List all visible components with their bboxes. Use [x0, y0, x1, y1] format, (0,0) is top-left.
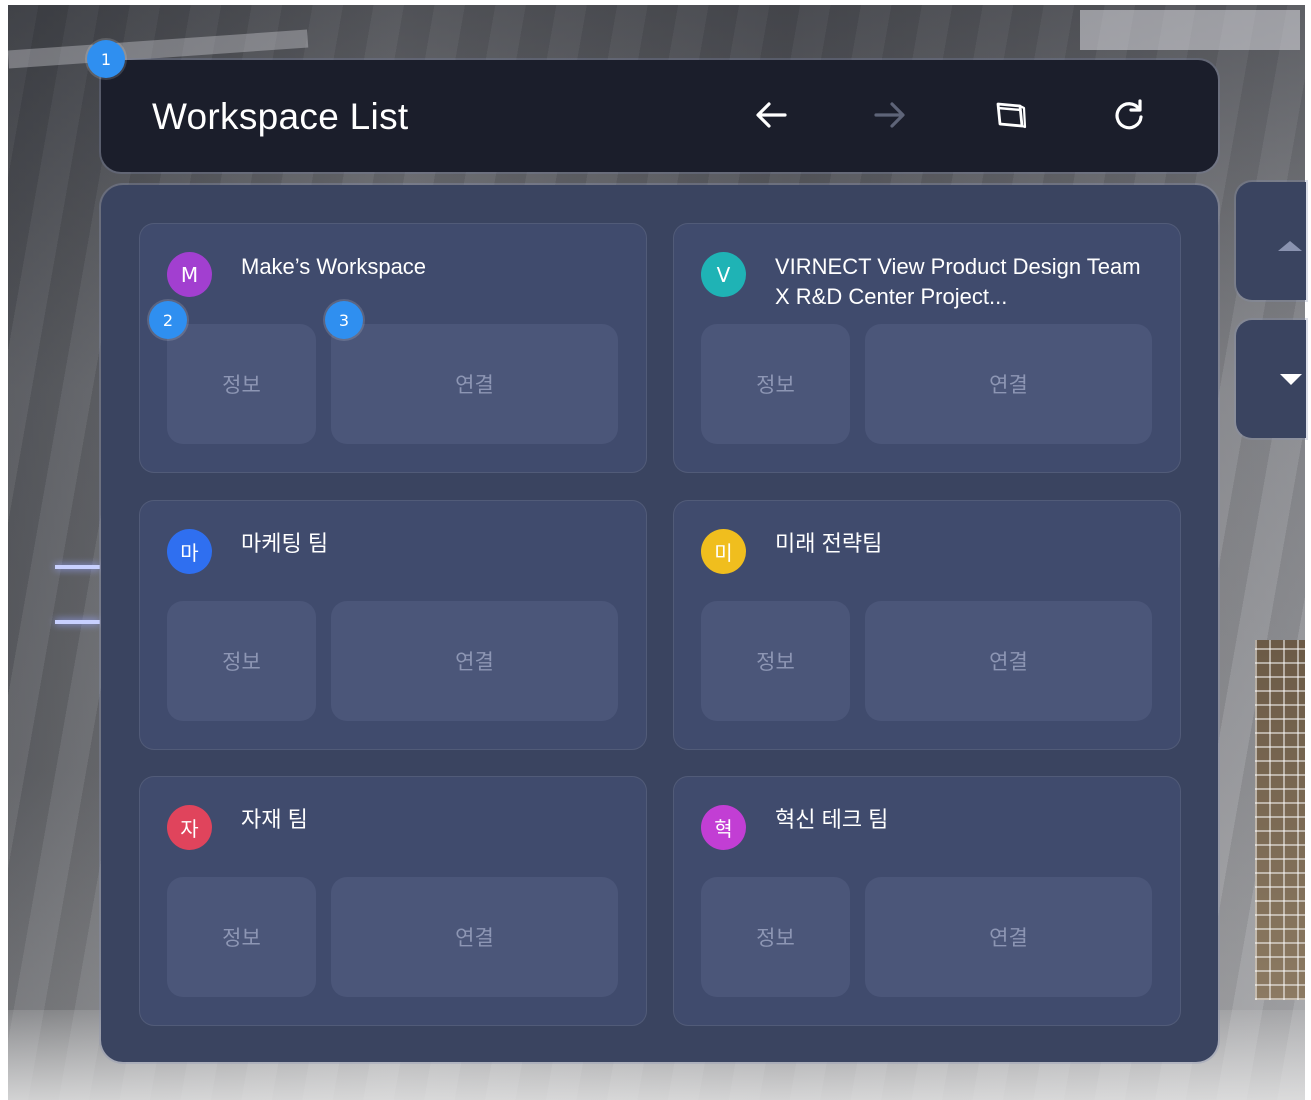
workspace-name: 미래 전략팀 — [775, 531, 883, 556]
connect-button[interactable]: 연결 — [331, 877, 618, 997]
info-button[interactable]: 정보 — [701, 601, 850, 721]
refresh-button[interactable] — [1104, 90, 1154, 140]
connect-button[interactable]: 연결 — [865, 324, 1152, 444]
workspace-avatar: 마 — [167, 529, 212, 574]
workspace-card: 혁 혁신 테크 팀 정보 연결 — [674, 777, 1180, 1025]
annotation-marker: 1 — [87, 40, 125, 78]
workspace-card: 자 자재 팀 정보 연결 — [140, 777, 646, 1025]
info-button[interactable]: 정보 — [701, 877, 850, 997]
window-switch-icon — [996, 102, 1027, 129]
workspace-name: 마케팅 팀 — [241, 531, 329, 556]
back-button[interactable] — [746, 90, 796, 140]
workspace-header: Workspace List — [101, 60, 1218, 172]
scroll-up-button[interactable] — [1236, 182, 1306, 300]
info-button[interactable]: 정보 — [701, 324, 850, 444]
scroll-down-button[interactable] — [1236, 320, 1306, 438]
workspace-name: VIRNECT View Product Design Team X R&D C… — [775, 254, 1141, 309]
arrow-left-icon — [756, 102, 787, 128]
background-vent — [1080, 10, 1300, 50]
background-shelf — [1255, 640, 1305, 1000]
workspace-panel: M Make’s Workspace 정보 연결 V VIRNECT View … — [101, 185, 1218, 1062]
annotation-marker: 2 — [149, 301, 187, 339]
page-title: Workspace List — [152, 96, 409, 137]
annotation-marker: 3 — [325, 301, 363, 339]
refresh-icon — [1115, 99, 1143, 130]
info-button[interactable]: 정보 — [167, 324, 316, 444]
workspace-card: 마 마케팅 팀 정보 연결 — [140, 501, 646, 749]
scroll-down-icon — [1280, 373, 1302, 385]
background-light — [55, 565, 100, 569]
info-button[interactable]: 정보 — [167, 601, 316, 721]
forward-button[interactable] — [865, 90, 915, 140]
background-light — [55, 620, 100, 624]
workspace-name: Make’s Workspace — [241, 254, 427, 279]
connect-button[interactable]: 연결 — [865, 877, 1152, 997]
workspace-avatar: 미 — [701, 529, 746, 574]
workspace-avatar: M — [167, 252, 212, 297]
workspace-name: 자재 팀 — [241, 807, 308, 832]
workspace-avatar: V — [701, 252, 746, 297]
connect-button[interactable]: 연결 — [331, 601, 618, 721]
workspace-card: 미 미래 전략팀 정보 연결 — [674, 501, 1180, 749]
connect-button[interactable]: 연결 — [331, 324, 618, 444]
window-switch-button[interactable] — [986, 90, 1036, 140]
workspace-card: M Make’s Workspace 정보 연결 — [140, 224, 646, 472]
workspace-name: 혁신 테크 팀 — [775, 807, 889, 832]
workspace-avatar: 자 — [167, 805, 212, 850]
scroll-up-icon — [1278, 241, 1302, 251]
workspace-avatar: 혁 — [701, 805, 746, 850]
workspace-card: V VIRNECT View Product Design Team X R&D… — [674, 224, 1180, 472]
connect-button[interactable]: 연결 — [865, 601, 1152, 721]
info-button[interactable]: 정보 — [167, 877, 316, 997]
arrow-right-icon — [874, 102, 905, 128]
